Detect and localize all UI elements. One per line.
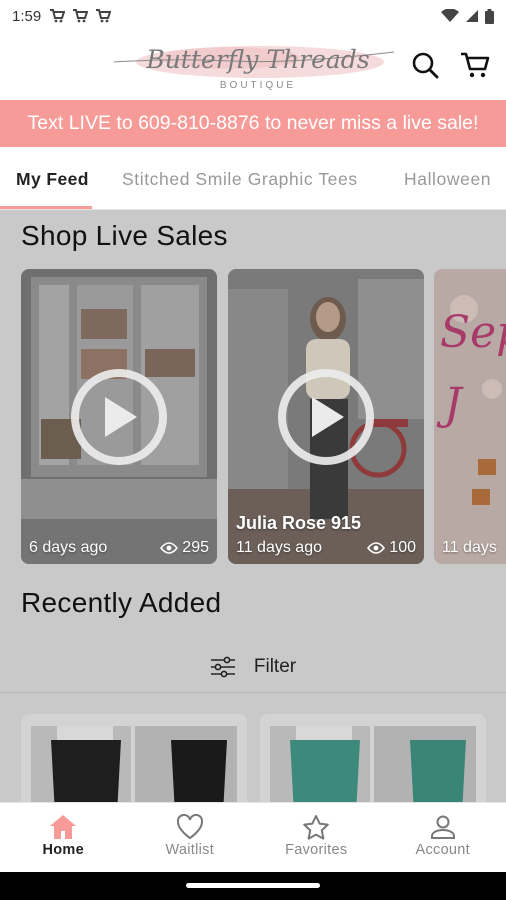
status-bar: 1:59 — [0, 0, 506, 32]
product-card[interactable] — [260, 714, 486, 802]
cart-icon — [50, 9, 66, 23]
nav-home[interactable]: Home — [0, 803, 127, 872]
product-image — [31, 726, 237, 802]
video-thumbnail: Sep J — [434, 269, 506, 564]
play-button[interactable] — [71, 369, 167, 465]
person-icon — [430, 815, 455, 839]
eye-icon — [367, 542, 386, 554]
svg-text:BOUTIQUE: BOUTIQUE — [220, 80, 296, 91]
heart-icon — [176, 814, 203, 840]
eye-icon — [160, 542, 179, 554]
promo-banner-text: Text LIVE to 609-810-8876 to never miss … — [27, 112, 479, 134]
live-sale-age: 11 days ago — [236, 539, 322, 556]
nav-favorites-label: Favorites — [285, 842, 348, 858]
live-sales-carousel: 6 days ago 295 Julia Rose 915 11 days ag… — [0, 269, 506, 565]
cart-icon — [73, 9, 89, 23]
live-sale-age: 6 days ago — [29, 539, 108, 556]
filter-icon — [210, 656, 235, 678]
live-sale-card[interactable]: Sep J 11 days — [434, 269, 506, 564]
system-navigation-bar — [0, 872, 506, 900]
cart-icon — [96, 9, 112, 23]
battery-icon — [485, 8, 494, 24]
promo-graphic-text: Sep — [440, 307, 506, 358]
section-title-recently-added: Recently Added — [21, 587, 222, 618]
nav-account-label: Account — [415, 842, 470, 858]
tab-my-feed[interactable]: My Feed — [16, 169, 89, 190]
live-sale-card[interactable]: 6 days ago 295 — [21, 269, 217, 564]
filter-label: Filter — [253, 656, 297, 677]
nav-account[interactable]: Account — [380, 803, 506, 872]
nav-favorites[interactable]: Favorites — [253, 803, 380, 872]
nav-home-label: Home — [42, 842, 84, 858]
home-icon — [50, 815, 77, 839]
category-tabs: My Feed Stitched Smile Graphic Tees Hall… — [0, 148, 506, 210]
section-title-live-sales: Shop Live Sales — [21, 220, 228, 251]
live-sale-card[interactable]: Julia Rose 915 11 days ago 100 — [228, 269, 424, 564]
svg-text:Butterfly Threads: Butterfly Threads — [145, 45, 369, 74]
search-icon[interactable] — [410, 50, 440, 80]
star-icon — [303, 815, 330, 840]
feed-content: Shop Live Sales 6 days ago 295 Julia Ros… — [0, 210, 506, 802]
nav-waitlist-label: Waitlist — [165, 842, 215, 858]
cart-icon[interactable] — [460, 50, 490, 80]
filter-button[interactable]: Filter — [0, 644, 506, 690]
live-sale-age: 11 days — [442, 539, 497, 556]
tab-stitched-smile-graphic-tees[interactable]: Stitched Smile Graphic Tees — [122, 169, 358, 190]
promo-banner[interactable]: Text LIVE to 609-810-8876 to never miss … — [0, 100, 506, 147]
product-card[interactable] — [21, 714, 247, 802]
play-icon — [312, 397, 344, 437]
status-time: 1:59 — [12, 7, 42, 25]
nav-waitlist[interactable]: Waitlist — [127, 803, 254, 872]
live-sale-host: Julia Rose 915 — [236, 513, 362, 533]
section-divider — [0, 692, 506, 693]
home-gesture-handle[interactable] — [186, 883, 320, 888]
product-image — [270, 726, 476, 802]
app-header: Butterfly Threads BOUTIQUE — [0, 32, 506, 100]
play-icon — [105, 397, 137, 437]
signal-icon — [466, 10, 478, 22]
view-count: 295 — [182, 539, 209, 556]
view-count: 100 — [389, 539, 416, 556]
play-button[interactable] — [278, 369, 374, 465]
brand-logo[interactable]: Butterfly Threads BOUTIQUE — [112, 38, 398, 94]
wifi-icon — [441, 9, 459, 22]
tab-halloween[interactable]: Halloween — [404, 169, 491, 190]
bottom-navigation: Home Waitlist Favorites Account — [0, 802, 506, 872]
